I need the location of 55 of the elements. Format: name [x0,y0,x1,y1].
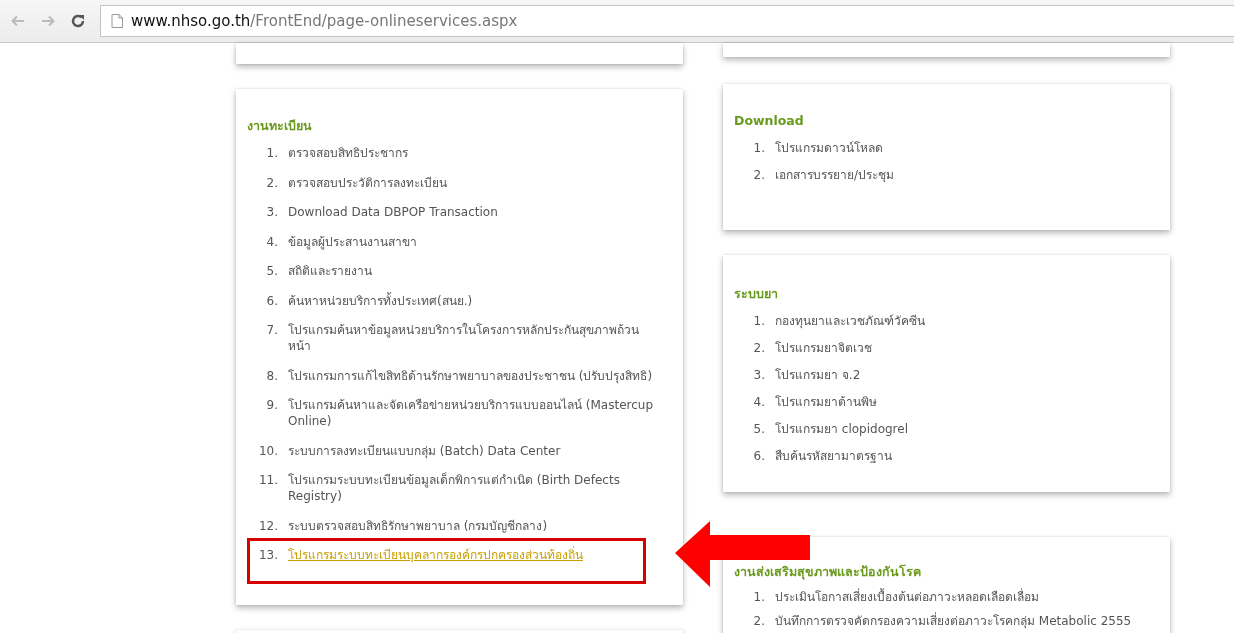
list-number: 3. [265,204,279,220]
list-number: 11. [257,472,279,489]
service-link[interactable]: โปรแกรมระบบทะเบียนข้อมูลเด็กพิการแต่กำเนิด (Birth Defects Registry) [288,472,654,504]
page-icon [111,14,123,28]
list-number: 2. [752,340,766,356]
service-link[interactable]: โปรแกรมค้นหาและจัดเครือข่ายหน่วยบริการแบบออนไลน์ (Mastercup Online) [288,397,654,429]
list-number: 2. [752,167,766,183]
service-link[interactable]: ระบบตรวจสอบสิทธิรักษาพยาบาล (กรมบัญชีกลาง) [288,517,654,534]
list-number: 7. [265,322,279,339]
section-heading: งานทะเบียน [247,117,313,135]
list-number: 12. [257,517,279,534]
service-link[interactable]: กองทุนยาและเวชภัณฑ์วัคซีน [775,313,1141,329]
list-number: 5. [752,421,766,437]
service-link[interactable]: Download Data DBPOP Transaction [288,204,654,220]
list-number: 5. [265,263,279,279]
list-number: 10. [257,442,279,459]
list-number: 4. [265,233,279,250]
list-number: 1. [752,589,766,605]
list-number: 2. [265,174,279,191]
service-link[interactable]: ระบบการลงทะเบียนแบบกลุ่ม (Batch) Data Center [288,442,654,459]
service-link[interactable]: ค้นหาหน่วยบริการทั้งประเทศ(สนย.) [288,292,654,309]
service-link[interactable]: เอกสารบรรยาย/ประชุม [775,167,1141,183]
service-link[interactable]: สืบค้นรหัสยามาตรฐาน [775,448,1141,464]
service-link[interactable]: ตรวจสอบประวัติการลงทะเบียน [288,174,654,191]
section-heading: ระบบยา [734,285,779,303]
address-bar[interactable]: www.nhso.go.th/FrontEnd/page-onlineservices.aspx [100,5,1234,37]
service-link[interactable]: โปรแกรมยา clopidogrel [775,421,1141,437]
section-heading: Download [734,112,805,130]
service-link[interactable]: ประเมินโอกาสเสี่ยงเบื้องต้นต่อภาวะหลอดเลือดเลื่อม [775,589,1141,605]
back-arrow-icon[interactable] [10,13,26,29]
list-number: 13. [257,547,279,563]
service-link[interactable]: โปรแกรมการแก้ไขสิทธิด้านรักษาพยาบาลของประชาชน (ปรับปรุงสิทธิ) [288,367,654,384]
list-number: 2. [752,613,766,629]
list-number: 6. [752,448,766,464]
service-link[interactable]: โปรแกรมยา จ.2 [775,367,1141,383]
url-text: www.nhso.go.th/FrontEnd/page-onlineservices.aspx [131,12,518,30]
list-number: 6. [265,292,279,309]
list-number: 1. [752,313,766,329]
service-link[interactable]: ตรวจสอบสิทธิประชากร [288,145,654,161]
list-number: 1. [265,145,279,161]
service-link[interactable]: โปรแกรมยาต้านพิษ [775,394,1141,410]
service-link[interactable]: บันทึกการตรวจคัดกรองความเสี่ยงต่อภาวะโรคกลุ่ม Metabolic 2555 [775,613,1141,629]
forward-arrow-icon[interactable] [40,13,56,29]
list-number: 3. [752,367,766,383]
service-link[interactable]: โปรแกรมค้นหาข้อมูลหน่วยบริการในโครงการหลักประกันสุขภาพถ้วนหน้า [288,322,654,354]
section-heading: งานส่งเสริมสุขภาพและป้องกันโรค [734,563,922,581]
list-number: 1. [752,140,766,156]
service-link[interactable]: โปรแกรมดาวน์โหลด [775,140,1141,156]
list-number: 8. [265,367,279,384]
service-link[interactable]: สถิติและรายงาน [288,263,654,279]
service-link[interactable]: ข้อมูลผู้ประสานงานสาขา [288,233,654,250]
list-number: 9. [265,397,279,414]
reload-icon[interactable] [70,13,86,29]
service-link[interactable]: โปรแกรมยาจิตเวช [775,340,1141,356]
list-number: 4. [752,394,766,410]
